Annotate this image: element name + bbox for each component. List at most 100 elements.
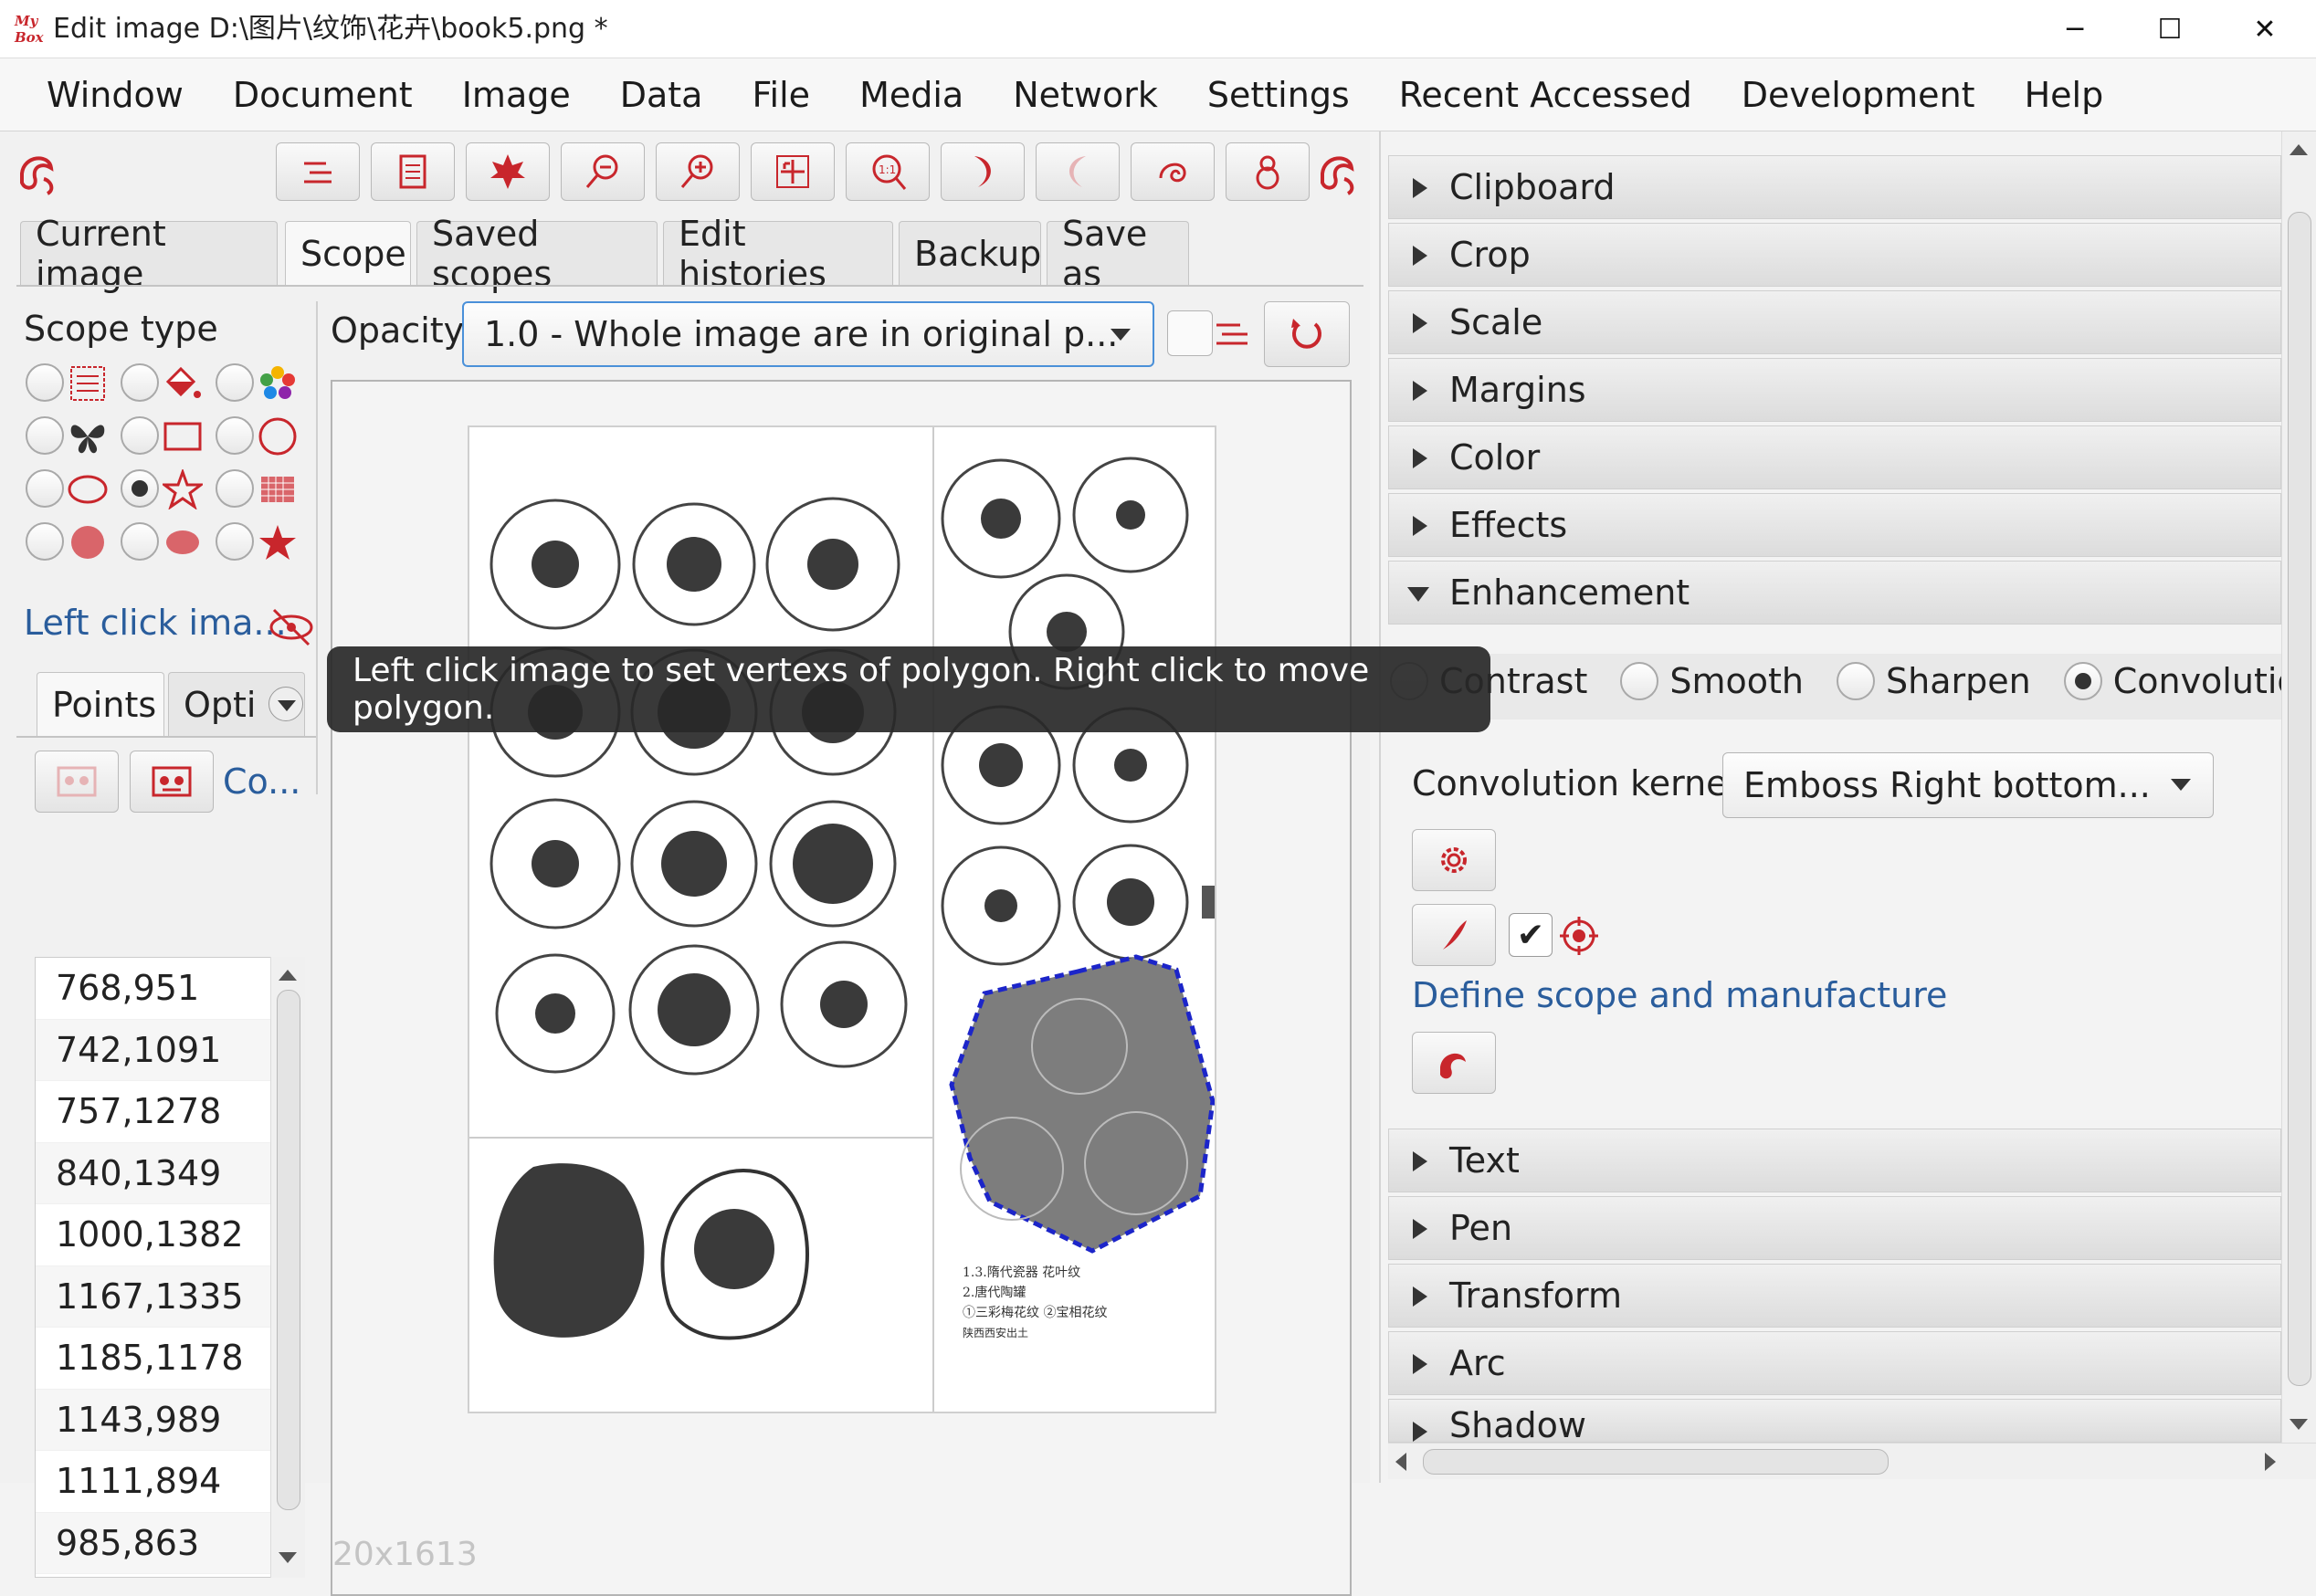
opacity-select[interactable]: 1.0 - Whole image are in original p...	[462, 301, 1154, 367]
clear-points-button[interactable]	[35, 751, 119, 813]
menu-data[interactable]: Data	[595, 75, 728, 115]
define-scope-link[interactable]: Define scope and manufacture	[1412, 975, 1947, 1015]
list-item[interactable]: 1111,894	[36, 1451, 271, 1513]
convolution-kernel-select[interactable]: Emboss Right bottom...	[1722, 752, 2214, 818]
scope-radio-rectangle-fill[interactable]	[216, 469, 254, 508]
list-item[interactable]: 768,951	[36, 958, 271, 1020]
scope-radio-matting[interactable]	[121, 363, 159, 402]
list-item[interactable]: 742,1091	[36, 1019, 271, 1081]
list-item[interactable]: 1185,1178	[36, 1328, 271, 1390]
close-button[interactable]: ✕	[2217, 0, 2312, 58]
scope-radio-colors[interactable]	[216, 363, 254, 402]
tab-scope[interactable]: Scope	[285, 221, 411, 285]
panel-margins[interactable]: Margins	[1388, 358, 2281, 422]
panel-clipboard[interactable]: Clipboard	[1388, 155, 2281, 219]
right-scrollbar[interactable]	[2281, 131, 2316, 1444]
image-canvas[interactable]: 1.3.隋代瓷器 花叶纹 2.唐代陶罐 ①三彩梅花纹 ②宝相花纹 陕西西安出土 …	[331, 380, 1352, 1596]
scroll-down-icon[interactable]	[2290, 1419, 2308, 1430]
panel-crop[interactable]: Crop	[1388, 223, 2281, 287]
scope-radio-circle-fill[interactable]	[26, 522, 64, 561]
tab-current-image[interactable]: Current image	[20, 214, 278, 294]
leaf-button[interactable]	[466, 142, 550, 201]
menu-media[interactable]: Media	[835, 75, 988, 115]
panel-shadow[interactable]: Shadow	[1388, 1399, 2281, 1443]
panel-pen[interactable]: Pen	[1388, 1196, 2281, 1260]
list-item[interactable]: 1143,989	[36, 1389, 271, 1451]
points-list[interactable]: 768,951 742,1091 757,1278 840,1349 1000,…	[35, 957, 272, 1578]
scroll-thumb[interactable]	[277, 990, 300, 1510]
zoom-out-button[interactable]	[561, 142, 645, 201]
dragon-left-icon[interactable]	[15, 146, 60, 197]
list-item[interactable]: 840,1349	[36, 1142, 271, 1204]
scope-radio-polygon-fill[interactable]	[216, 522, 254, 561]
apply-button[interactable]	[1412, 904, 1496, 966]
scroll-up-icon[interactable]	[2290, 144, 2308, 155]
kernel-settings-button[interactable]	[1412, 829, 1496, 891]
delete-points-button[interactable]	[130, 751, 214, 813]
dragon-button[interactable]	[1412, 1032, 1496, 1094]
tab-backup[interactable]: Backup	[899, 221, 1041, 285]
image-page[interactable]: 1.3.隋代瓷器 花叶纹 2.唐代陶罐 ①三彩梅花纹 ②宝相花纹 陕西西安出土	[468, 425, 1216, 1413]
scope-radio-outline[interactable]	[26, 416, 64, 455]
gourd-button[interactable]	[1226, 142, 1310, 201]
panel-color[interactable]: Color	[1388, 425, 2281, 489]
panel-text[interactable]: Text	[1388, 1129, 2281, 1192]
right-horizontal-scrollbar[interactable]	[1388, 1443, 2316, 1479]
pane-toggle-button[interactable]	[276, 142, 360, 201]
radio-convolution[interactable]	[2063, 662, 2102, 700]
menu-window[interactable]: Window	[22, 75, 208, 115]
scroll-right-icon[interactable]	[2265, 1453, 2276, 1471]
scroll-thumb[interactable]	[2288, 212, 2311, 1386]
menu-help[interactable]: Help	[2000, 75, 2129, 115]
menu-image[interactable]: Image	[437, 75, 595, 115]
radio-sharpen[interactable]	[1837, 662, 1875, 700]
refresh-button[interactable]	[1264, 301, 1350, 367]
scope-hint-link[interactable]: Left click ima...	[24, 603, 287, 643]
panel-arc[interactable]: Arc	[1388, 1331, 2281, 1395]
menu-network[interactable]: Network	[988, 75, 1183, 115]
minimize-button[interactable]: ─	[2027, 0, 2122, 58]
scroll-down-icon[interactable]	[279, 1552, 297, 1563]
panel-effects[interactable]: Effects	[1388, 493, 2281, 557]
tab-edit-histories[interactable]: Edit histories	[663, 214, 893, 294]
menu-settings[interactable]: Settings	[1183, 75, 1374, 115]
scope-radio-circle[interactable]	[216, 416, 254, 455]
panel-enhancement[interactable]: Enhancement	[1388, 561, 2281, 625]
target-icon[interactable]	[1558, 915, 1600, 957]
swirl-button[interactable]	[1131, 142, 1215, 201]
menu-recent-accessed[interactable]: Recent Accessed	[1374, 75, 1717, 115]
hide-eye-icon[interactable]	[267, 604, 316, 650]
list-item[interactable]: 985,863	[36, 1512, 271, 1574]
coordinates-link[interactable]: Co...	[223, 761, 300, 802]
splitter-handle[interactable]	[1202, 886, 1215, 919]
horizontal-scroll-thumb[interactable]	[1423, 1449, 1889, 1475]
list-item[interactable]: 1000,1382	[36, 1204, 271, 1266]
scope-radio-polygon[interactable]	[121, 469, 159, 508]
scroll-left-icon[interactable]	[1395, 1453, 1406, 1471]
fit-window-button[interactable]	[751, 142, 835, 201]
panel-transform[interactable]: Transform	[1388, 1264, 2281, 1328]
zoom-in-button[interactable]	[656, 142, 740, 201]
list-item[interactable]: 757,1278	[36, 1081, 271, 1143]
original-size-button[interactable]: 1:1	[846, 142, 930, 201]
dragon-right-icon[interactable]	[1315, 146, 1361, 197]
radio-smooth[interactable]	[1620, 662, 1659, 700]
scope-radio-rectangle[interactable]	[121, 416, 159, 455]
list-item[interactable]: 1167,1335	[36, 1265, 271, 1328]
rotate-right-button[interactable]	[1036, 142, 1120, 201]
document-button[interactable]	[371, 142, 455, 201]
menu-development[interactable]: Development	[1717, 75, 2000, 115]
maximize-button[interactable]: ☐	[2122, 0, 2217, 58]
scope-radio-ellipse-fill[interactable]	[121, 522, 159, 561]
opacity-checkbox[interactable]	[1167, 310, 1213, 356]
panel-scale[interactable]: Scale	[1388, 290, 2281, 354]
tab-points[interactable]: Points	[37, 672, 164, 736]
rotate-left-button[interactable]	[941, 142, 1025, 201]
menu-document[interactable]: Document	[208, 75, 437, 115]
points-scrollbar[interactable]	[270, 957, 305, 1578]
menu-file[interactable]: File	[727, 75, 835, 115]
tab-menu-button[interactable]	[268, 687, 303, 721]
scope-radio-all[interactable]	[26, 363, 64, 402]
scope-radio-ellipse[interactable]	[26, 469, 64, 508]
tab-save-as[interactable]: Save as	[1047, 214, 1189, 294]
